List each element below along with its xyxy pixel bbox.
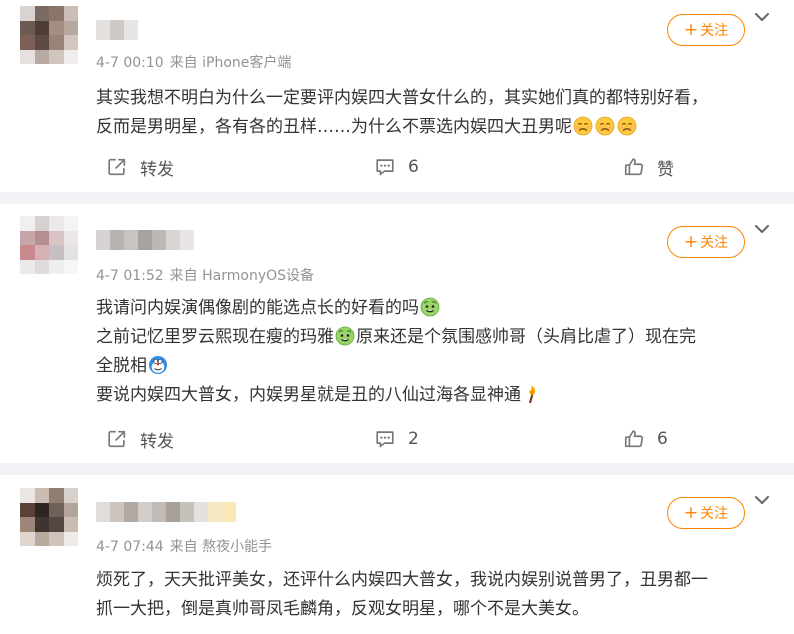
- post-source: 来自 HarmonyOS设备: [169, 268, 315, 284]
- green-face-emoji-icon: [335, 326, 355, 346]
- like-button[interactable]: 赞: [623, 153, 674, 181]
- share-icon: [106, 428, 128, 450]
- post-meta: 4-7 01:52 来自 HarmonyOS设备: [96, 265, 320, 285]
- action-bar: 转发 2 6: [0, 425, 794, 453]
- post-text: 其实我想不明白为什么一定要评内娱四大普女什么的，其实她们真的都特别好看， 反而是…: [96, 84, 776, 142]
- like-label: 赞: [657, 159, 674, 180]
- torch-emoji-icon: [522, 384, 542, 404]
- comment-card: 4-7 07:44 来自 熬夜小能手 + 关注 烦死了，天天批评美女，还评什么内娱四…: [0, 475, 794, 634]
- doraemon-emoji-icon: [148, 355, 168, 375]
- share-button[interactable]: 转发: [106, 425, 174, 453]
- plus-icon: +: [683, 502, 699, 523]
- share-label: 转发: [140, 159, 174, 180]
- thumbs-up-icon: [623, 156, 645, 178]
- post-meta: 4-7 00:10 来自 iPhone客户端: [96, 52, 297, 72]
- username-blurred[interactable]: [96, 230, 194, 250]
- comment-card: 4-7 01:52 来自 HarmonyOS设备 + 关注 我请问内娱演偶像剧的能选…: [0, 204, 794, 463]
- comment-button[interactable]: 6: [374, 153, 419, 181]
- post-timestamp: 4-7 00:10: [96, 55, 164, 71]
- chevron-down-icon[interactable]: [751, 218, 773, 240]
- follow-label: 关注: [700, 23, 729, 39]
- post-text-line: 其实我想不明白为什么一定要评内娱四大普女什么的，其实她们真的都特别好看，: [96, 88, 708, 108]
- post-meta: 4-7 07:44 来自 熬夜小能手: [96, 536, 278, 556]
- post-source: 来自 iPhone客户端: [169, 55, 292, 71]
- thumbs-up-icon: [623, 428, 645, 450]
- post-timestamp: 4-7 07:44: [96, 539, 164, 555]
- comment-count: 2: [408, 429, 419, 449]
- share-icon: [106, 156, 128, 178]
- post-text-line: 反而是男明星，各有各的丑样……为什么不票选内娱四大丑男呢: [96, 117, 572, 137]
- comment-button[interactable]: 2: [374, 425, 419, 453]
- post-text-line: 我请问内娱演偶像剧的能选点长的好看的吗: [96, 298, 419, 318]
- username-blurred[interactable]: [96, 20, 138, 40]
- post-text-line: 之前记忆里罗云熙现在瘦的玛雅: [96, 327, 334, 347]
- comment-icon: [374, 156, 396, 178]
- post-text: 烦死了，天天批评美女，还评什么内娱四大普女，我说内娱别说普男了，丑男都一 抓一大…: [96, 566, 776, 624]
- like-button[interactable]: 6: [623, 425, 668, 453]
- avatar[interactable]: [20, 488, 78, 546]
- follow-button[interactable]: + 关注: [667, 14, 745, 46]
- avatar[interactable]: [20, 216, 78, 274]
- post-timestamp: 4-7 01:52: [96, 268, 164, 284]
- follow-button[interactable]: + 关注: [667, 497, 745, 529]
- follow-button[interactable]: + 关注: [667, 226, 745, 258]
- green-face-emoji-icon: [420, 297, 440, 317]
- post-text-line: 抓一大把，倒是真帅哥凤毛麟角，反观女明星，哪个不是大美女。: [96, 599, 589, 619]
- like-count: 6: [657, 429, 668, 449]
- post-text-line: 全脱相: [96, 356, 147, 376]
- comment-count: 6: [408, 157, 419, 177]
- username-blurred[interactable]: [96, 502, 236, 522]
- plus-icon: +: [683, 19, 699, 40]
- post-text-line: 要说内娱四大普女，内娱男星就是丑的八仙过海各显神通: [96, 385, 521, 405]
- post-text-line: 烦死了，天天批评美女，还评什么内娱四大普女，我说内娱别说普男了，丑男都一: [96, 570, 708, 590]
- follow-label: 关注: [700, 235, 729, 251]
- avatar[interactable]: [20, 6, 78, 64]
- post-text-line: 原来还是个氛围感帅哥（头肩比虐了）现在完: [356, 327, 696, 347]
- follow-label: 关注: [700, 506, 729, 522]
- post-source: 来自 熬夜小能手: [169, 539, 273, 555]
- comment-card: 4-7 00:10 来自 iPhone客户端 + 关注 其实我想不明白为什么一定要评…: [0, 0, 794, 192]
- separator: [0, 463, 794, 475]
- chevron-down-icon[interactable]: [751, 489, 773, 511]
- sad-face-emoji-icon: [573, 116, 593, 136]
- sad-face-emoji-icon: [595, 116, 615, 136]
- action-bar: 转发 6 赞: [0, 153, 794, 181]
- chevron-down-icon[interactable]: [751, 6, 773, 28]
- plus-icon: +: [683, 231, 699, 252]
- share-button[interactable]: 转发: [106, 153, 174, 181]
- post-text: 我请问内娱演偶像剧的能选点长的好看的吗 之前记忆里罗云熙现在瘦的玛雅 原来还是个氛…: [96, 294, 776, 410]
- sad-face-emoji-icon: [617, 116, 637, 136]
- share-label: 转发: [140, 431, 174, 452]
- separator: [0, 192, 794, 204]
- comment-icon: [374, 428, 396, 450]
